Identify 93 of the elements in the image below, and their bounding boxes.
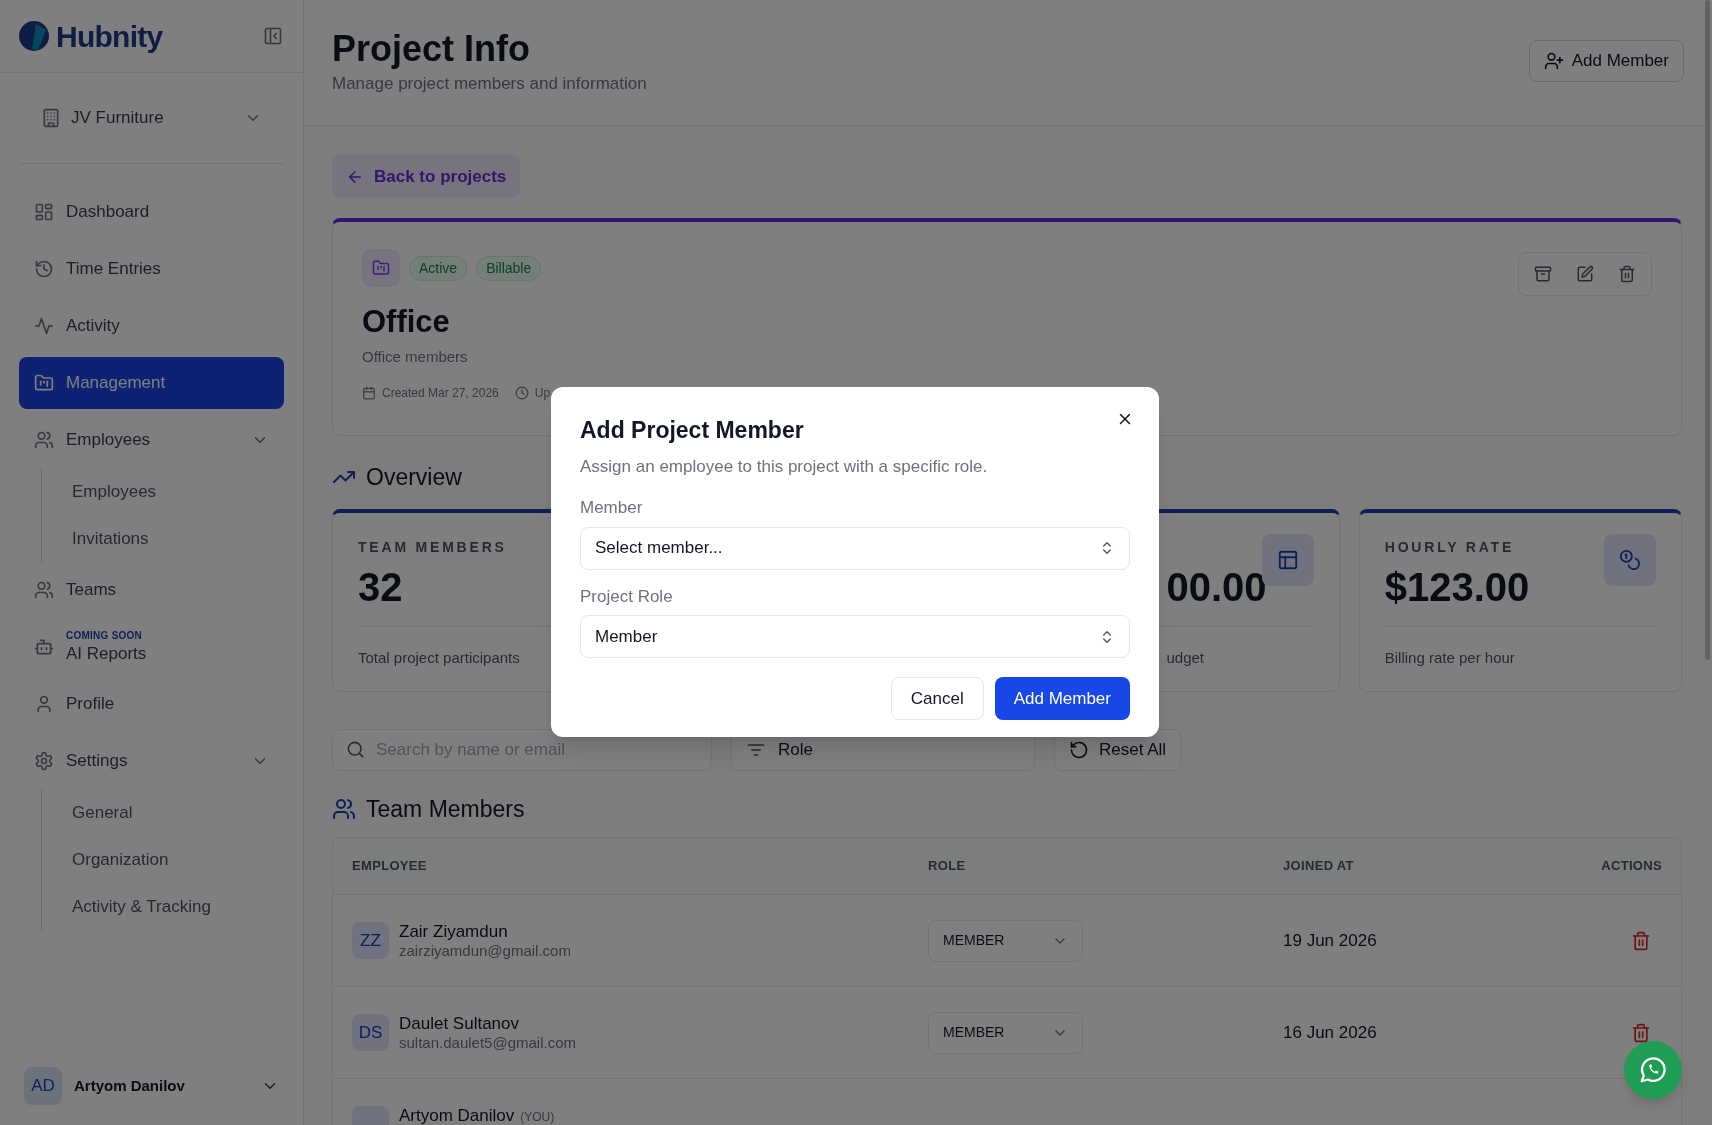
user-plus-icon (1543, 51, 1564, 71)
trash-icon (1631, 930, 1651, 951)
stat-value: 00.00 (1166, 563, 1267, 611)
nav-item-label: AI Reports (66, 642, 147, 664)
reset-icon (1069, 739, 1089, 760)
user-menu[interactable]: AD Artyom Danilov (24, 1067, 279, 1105)
trash-icon (1618, 265, 1636, 283)
layout-icon (1276, 548, 1299, 571)
delete-member-button[interactable] (1630, 1021, 1652, 1044)
stat-value: $123.00 (1384, 563, 1530, 611)
settings-icon (34, 751, 54, 771)
field-label: Project Role (580, 585, 674, 608)
nav-subitem[interactable]: General (42, 789, 284, 836)
employee-name: Artyom Danilov (399, 1105, 515, 1125)
user-avatar: AD (24, 1067, 62, 1105)
nav-item[interactable]: Profile (19, 678, 284, 730)
nav-subitem[interactable]: Employees (42, 468, 284, 515)
status-tag: Billable (476, 255, 542, 281)
user-icon (34, 694, 54, 714)
project-meta: Created Mar 27, 2026 (382, 385, 499, 402)
stat-label: HOURLY RATE (1384, 537, 1515, 557)
logo-text: Hubnity (56, 18, 163, 55)
you-tag: (YOU) (520, 1109, 555, 1125)
nav-item[interactable]: Management (19, 357, 284, 409)
building-icon (41, 108, 61, 128)
section-title: Overview (366, 463, 462, 492)
clock-icon (514, 386, 529, 400)
coins-icon (1619, 548, 1641, 571)
status-tag: Active (409, 255, 468, 281)
employee-email: zairziyamdun@gmail.com (399, 941, 571, 960)
column-header: EMPLOYEE (352, 857, 428, 876)
employee-name: Zair Ziyamdun (399, 921, 508, 942)
users-icon (34, 580, 54, 600)
employee-name: Daulet Sultanov (399, 1013, 520, 1034)
role-select[interactable]: MEMBER (928, 1011, 1083, 1054)
stat-caption: Total project participants (358, 647, 521, 668)
stat-caption: udget (1166, 647, 1206, 668)
stat-label: TEAM MEMBERS (358, 537, 507, 557)
column-header: JOINED AT (1283, 857, 1355, 876)
employee-email: sultan.daulet5@gmail.com (399, 1033, 576, 1052)
nav-item[interactable]: Employees (19, 414, 284, 466)
back-button[interactable]: Back to projects (332, 155, 521, 198)
dialog-title: Add Project Member (580, 416, 804, 445)
pulse-icon (34, 316, 54, 336)
joined-date: 19 Jun 2026 (1283, 930, 1377, 950)
stat-value: 32 (358, 563, 403, 611)
field-label: Member (580, 497, 644, 519)
joined-date: 16 Jun 2026 (1283, 1022, 1377, 1042)
submit-button[interactable]: Add Member (994, 677, 1130, 720)
select-field[interactable]: Member (580, 615, 1130, 658)
project-description: Office members (362, 346, 469, 367)
collapse-sidebar-icon (263, 26, 283, 46)
folder-icon (372, 259, 390, 277)
project-name: Office (362, 303, 451, 341)
nav-subitem[interactable]: Activity & Tracking (42, 883, 284, 930)
role-select[interactable]: MEMBER (928, 919, 1083, 962)
users-icon (34, 430, 54, 450)
select-field[interactable]: Select member... (580, 526, 1130, 570)
nav-item[interactable]: Dashboard (19, 186, 284, 238)
nav-item[interactable]: COMING SOON AI Reports (19, 621, 284, 673)
workspace-selector[interactable]: JV Furniture (19, 95, 284, 141)
logo-icon (18, 20, 50, 52)
trash-icon (1631, 1022, 1651, 1043)
page-title: Project Info (332, 27, 532, 71)
search-icon (346, 739, 365, 759)
nav-item[interactable]: Activity (19, 300, 284, 352)
robot-icon (34, 637, 54, 657)
cancel-button[interactable]: Cancel (890, 677, 984, 720)
page-subtitle: Manage project members and information (332, 73, 647, 95)
column-header: ROLE (928, 857, 967, 876)
coming-soon-label: COMING SOON (66, 630, 143, 643)
nav-subitem[interactable]: Organization (42, 836, 284, 883)
delete-member-button[interactable] (1630, 929, 1652, 952)
chat-bubble-icon (1638, 1055, 1668, 1085)
stat-caption: Billing rate per hour (1384, 647, 1516, 668)
folder-icon (34, 373, 54, 393)
nav-item[interactable]: Teams (19, 564, 284, 616)
history-icon (34, 259, 54, 279)
archive-icon (1534, 265, 1552, 283)
section-title: Team Members (366, 794, 525, 824)
nav-item[interactable]: Time Entries (19, 243, 284, 295)
add-member-button[interactable]: Add Member (1528, 40, 1684, 82)
column-header: ACTIONS (1601, 857, 1662, 876)
project-meta: Up (534, 385, 551, 402)
users-icon (332, 796, 356, 821)
nav-item[interactable]: Settings (19, 735, 284, 787)
employee-avatar: DS (352, 1014, 389, 1051)
dialog-description: Assign an employee to this project with a specific role. (580, 455, 989, 478)
employee-avatar: ZZ (352, 922, 389, 959)
grid-icon (34, 202, 54, 222)
nav-subitem[interactable]: Invitations (42, 515, 284, 562)
calendar-icon (362, 386, 376, 400)
edit-icon (1576, 265, 1594, 283)
